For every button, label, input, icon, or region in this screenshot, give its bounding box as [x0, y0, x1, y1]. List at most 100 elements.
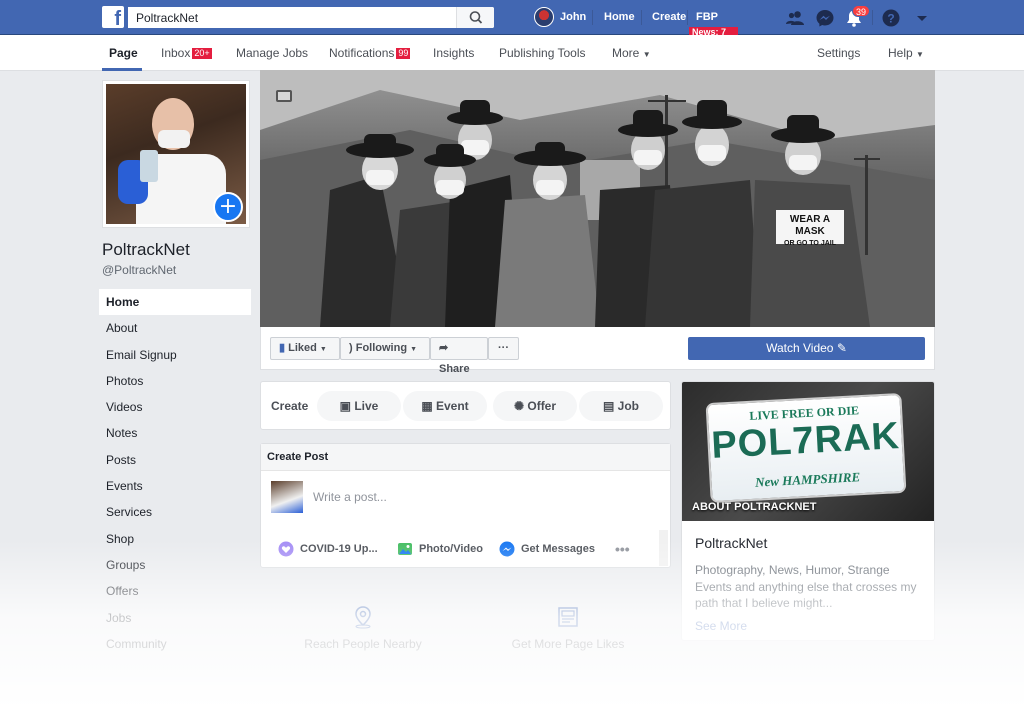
- liked-button[interactable]: ▮ Liked ▼: [270, 337, 340, 360]
- rss-feed-icon: ): [349, 342, 353, 354]
- plate-number: POL7RAK: [710, 415, 901, 467]
- messenger-icon[interactable]: [815, 8, 835, 28]
- video-camera-icon: [276, 90, 292, 102]
- cover-sign: WEAR A MASK OR GO TO JAIL: [776, 210, 844, 247]
- sidebar-item-jobs[interactable]: Jobs: [99, 605, 251, 631]
- cover-photo-image: [260, 70, 935, 327]
- tab-page[interactable]: Page: [109, 46, 138, 60]
- cover-sign-line2: OR GO TO JAIL: [784, 240, 836, 247]
- sidebar-item-services[interactable]: Services: [99, 499, 251, 525]
- post-options-scrollbar[interactable]: [659, 530, 668, 566]
- watch-video-button[interactable]: Watch Video ✎: [688, 337, 925, 360]
- post-more-options-button[interactable]: •••: [615, 541, 630, 557]
- divider: [872, 10, 873, 25]
- page-tabs-bar: Page Inbox 20+ Manage Jobs Notifications 9…: [0, 35, 1024, 71]
- share-button[interactable]: ➦ Share: [430, 337, 488, 375]
- create-link[interactable]: Create: [652, 11, 686, 23]
- reach-people-nearby-label: Reach People Nearby: [304, 637, 422, 651]
- search-icon: [469, 11, 483, 24]
- search-button[interactable]: [456, 7, 494, 28]
- post-composer-input[interactable]: Write a post...: [313, 490, 387, 504]
- caret-down-icon: ▼: [642, 50, 651, 59]
- post-options-row: COVID-19 Up... Photo/Video Get Messages …: [261, 533, 661, 565]
- sidebar-item-notes[interactable]: Notes: [99, 420, 251, 446]
- photo-video-label: Photo/Video: [419, 543, 483, 555]
- caret-down-icon: ▼: [410, 346, 418, 353]
- create-post-header: Create Post: [261, 444, 670, 471]
- sidebar-item-photos[interactable]: Photos: [99, 368, 251, 394]
- active-tab-indicator: [102, 68, 142, 71]
- page-username[interactable]: @PoltrackNet: [102, 263, 176, 277]
- account-menu-chevron-icon[interactable]: [912, 8, 932, 28]
- tab-notifications[interactable]: Notifications 99: [329, 46, 411, 60]
- home-link[interactable]: Home: [604, 11, 635, 23]
- more-options-button[interactable]: ···: [488, 337, 519, 360]
- add-photo-plus-icon[interactable]: +: [213, 192, 243, 222]
- tab-insights[interactable]: Insights: [433, 46, 474, 60]
- create-post-box: Create Post Write a post... COVID-19 Up.…: [260, 443, 671, 568]
- sidebar-item-shop[interactable]: Shop: [99, 526, 251, 552]
- covid-update-button[interactable]: COVID-19 Up...: [278, 541, 378, 557]
- get-messages-button[interactable]: Get Messages: [499, 541, 595, 557]
- user-profile-link[interactable]: John: [534, 6, 586, 28]
- cover-photo[interactable]: [260, 70, 935, 327]
- live-video-icon: ▣: [339, 399, 351, 413]
- sidebar-item-videos[interactable]: Videos: [99, 394, 251, 420]
- search-input[interactable]: [128, 7, 456, 28]
- tab-more[interactable]: More ▼: [612, 46, 651, 60]
- sidebar-item-community[interactable]: Community: [99, 631, 251, 657]
- tab-help-label: Help: [888, 46, 913, 60]
- caret-down-icon: ▼: [319, 346, 327, 353]
- sidebar-item-home[interactable]: Home: [99, 289, 251, 316]
- photo-icon: [398, 543, 412, 555]
- top-navigation-bar: f John Home Create FBP News: 7 39 ?: [0, 0, 1024, 37]
- pencil-icon: ✎: [836, 341, 847, 355]
- calendar-icon: ▦: [421, 399, 433, 413]
- create-live-label: Live: [354, 399, 379, 413]
- reach-people-nearby-promo[interactable]: Reach People Nearby: [283, 605, 443, 651]
- page-action-bar: ▮ Liked ▼ ) Following ▼ ➦ Share ··· Watc…: [260, 327, 935, 375]
- heart-icon: [278, 541, 294, 557]
- sidebar-item-email-signup[interactable]: Email Signup: [99, 342, 251, 368]
- user-name: John: [560, 11, 587, 23]
- following-button[interactable]: ) Following ▼: [340, 337, 430, 360]
- sidebar-item-groups[interactable]: Groups: [99, 552, 251, 578]
- tab-inbox[interactable]: Inbox 20+: [161, 46, 212, 60]
- offer-tag-icon: ✺: [513, 399, 525, 413]
- tab-help[interactable]: Help ▼: [888, 46, 924, 60]
- divider: [592, 10, 593, 25]
- sidebar-item-events[interactable]: Events: [99, 473, 251, 499]
- about-card-overlay-title: ABOUT POLTRACKNET: [692, 501, 817, 513]
- friend-requests-icon[interactable]: [785, 8, 805, 28]
- fbp-link[interactable]: FBP: [696, 11, 718, 23]
- tab-manage-jobs[interactable]: Manage Jobs: [236, 46, 308, 60]
- cover-sign-line1: WEAR A MASK: [789, 214, 831, 237]
- sidebar-item-posts[interactable]: Posts: [99, 447, 251, 473]
- location-pin-icon: [355, 606, 371, 629]
- create-offer-button[interactable]: ✺ Offer: [493, 391, 577, 421]
- tab-publishing-tools[interactable]: Publishing Tools: [499, 46, 586, 60]
- left-page-navigation: Home About Email Signup Photos Videos No…: [99, 289, 251, 657]
- following-label: Following: [355, 342, 408, 354]
- plate-state: New HAMPSHIRE: [754, 469, 861, 490]
- profile-image-bottle: [140, 150, 158, 182]
- sidebar-item-offers[interactable]: Offers: [99, 578, 251, 604]
- create-job-button[interactable]: ▤ Job: [579, 391, 663, 421]
- messenger-icon: [499, 541, 515, 557]
- about-card-description: Photography, News, Humor, Strange Events…: [695, 563, 917, 610]
- tab-settings[interactable]: Settings: [817, 46, 860, 60]
- about-card-title[interactable]: PoltrackNet: [695, 535, 767, 551]
- photo-video-button[interactable]: Photo/Video: [397, 541, 483, 557]
- create-event-label: Event: [436, 399, 469, 413]
- search-box: [128, 7, 494, 28]
- see-more-link[interactable]: See More: [695, 619, 747, 633]
- divider: [687, 10, 688, 25]
- share-arrow-icon: ➦: [439, 342, 449, 354]
- create-event-button[interactable]: ▦ Event: [403, 391, 487, 421]
- sidebar-item-about[interactable]: About: [99, 315, 251, 341]
- help-icon[interactable]: ?: [881, 8, 901, 28]
- get-more-page-likes-promo[interactable]: Get More Page Likes: [488, 605, 648, 651]
- covid-update-label: COVID-19 Up...: [300, 543, 378, 555]
- facebook-logo-icon[interactable]: f: [102, 6, 124, 28]
- create-live-button[interactable]: ▣ Live: [317, 391, 401, 421]
